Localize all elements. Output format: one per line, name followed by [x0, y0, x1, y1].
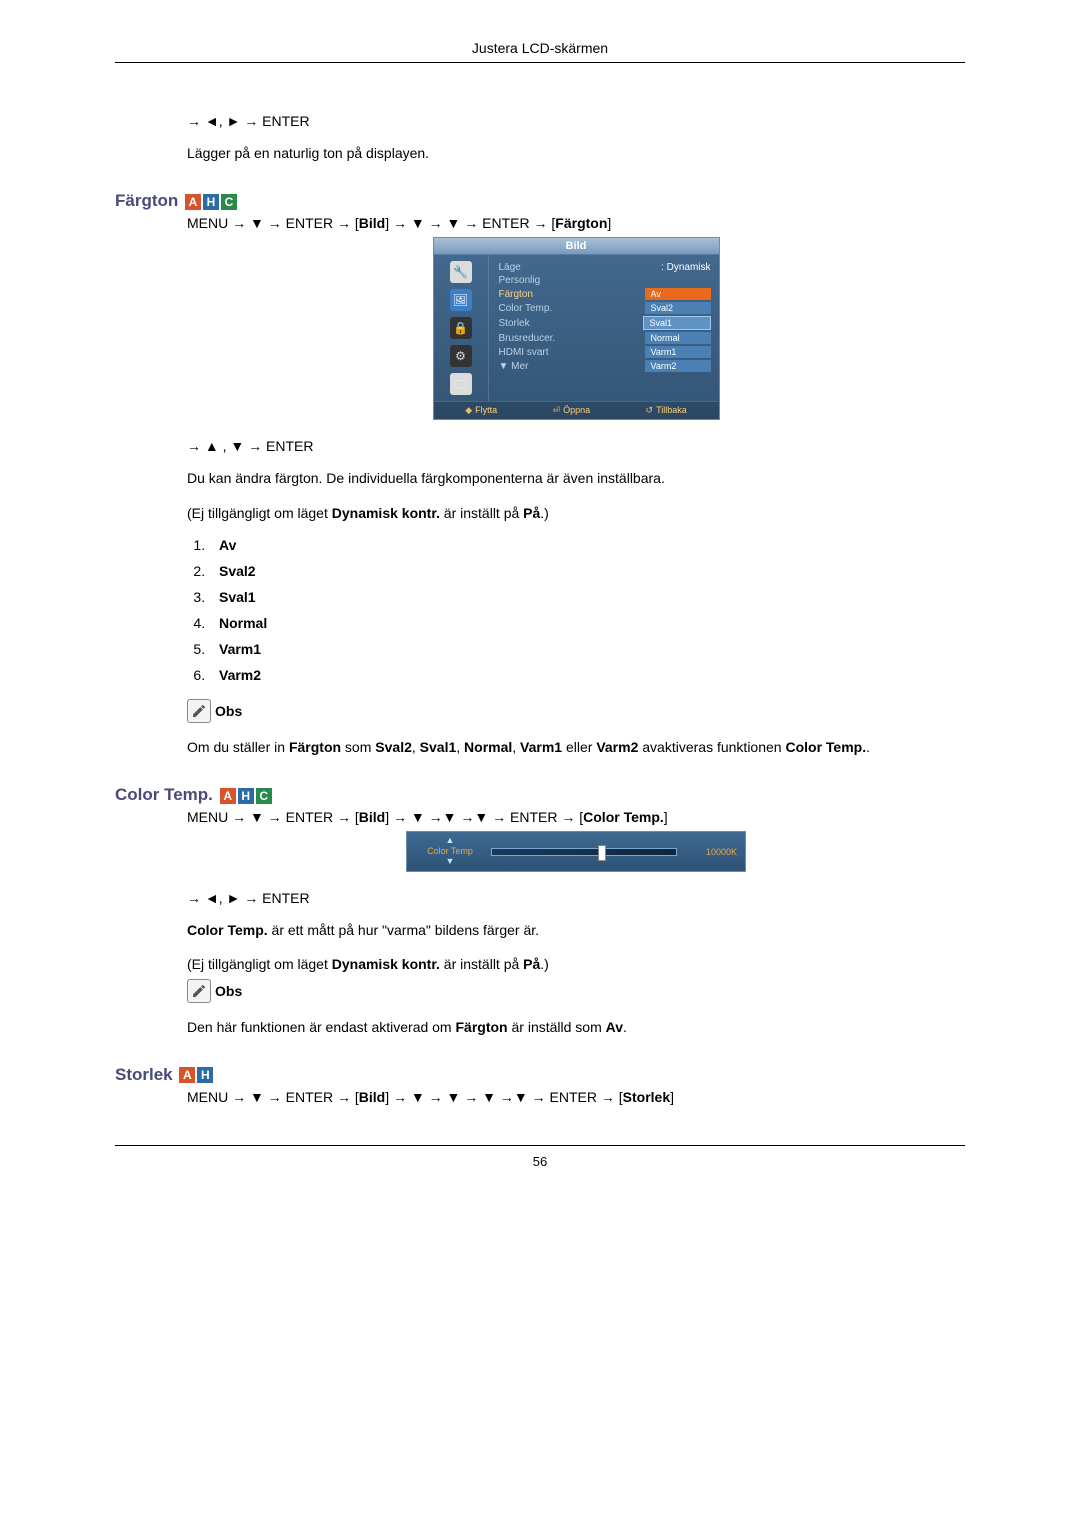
ct-slider: [485, 848, 683, 856]
badge-h-icon: H: [203, 194, 219, 210]
page-number: 56: [533, 1154, 547, 1169]
colortemp-note-body: Den här funktionen är endast aktiverad o…: [187, 1017, 965, 1037]
fargton-options-list: Av Sval2 Sval1 Normal Varm1 Varm2: [187, 537, 965, 683]
note-label: Obs: [215, 703, 242, 719]
osd-display-icon: 🖵: [450, 373, 472, 395]
osd-lock-icon: 🔒: [450, 317, 472, 339]
osd-picture-icon: 🖼: [450, 289, 472, 311]
storlek-badges: A H: [179, 1067, 213, 1083]
badge-c-icon: C: [221, 194, 237, 210]
badge-h-icon: H: [197, 1067, 213, 1083]
fargton-osd-screenshot: Bild 🔧 🖼 🔒 ⚙ 🖵 Läge: Dynamisk Personlig …: [433, 237, 720, 420]
badge-h-icon: H: [238, 788, 254, 804]
intro-nav: → ◄, ► → ENTER: [187, 113, 965, 129]
colortemp-p2: (Ej tillgängligt om läget Dynamisk kontr…: [187, 954, 965, 974]
note-label: Obs: [215, 983, 242, 999]
fargton-badges: A H C: [185, 194, 237, 210]
colortemp-note-header: Obs: [187, 979, 965, 1003]
osd-list: Läge: Dynamisk Personlig FärgtonAv Color…: [489, 255, 719, 401]
page-header: Justera LCD-skärmen: [115, 40, 965, 63]
ct-value: 10000K: [683, 847, 737, 857]
colortemp-p1: Color Temp. är ett mått på hur "varma" b…: [187, 920, 965, 940]
badge-c-icon: C: [256, 788, 272, 804]
intro-desc: Lägger på en naturlig ton på displayen.: [187, 143, 965, 163]
osd-footer: ◆Flytta ⏎Öppna ↺Tillbaka: [434, 401, 719, 419]
list-item: Varm2: [209, 667, 965, 683]
storlek-heading: Storlek: [115, 1065, 173, 1084]
section-fargton: Färgton A H C: [115, 191, 965, 211]
osd-tool-icon: 🔧: [450, 261, 472, 283]
list-item: Sval2: [209, 563, 965, 579]
section-storlek: Storlek A H: [115, 1065, 965, 1085]
fargton-heading: Färgton: [115, 191, 178, 210]
badge-a-icon: A: [179, 1067, 195, 1083]
osd-gear-icon: ⚙: [450, 345, 472, 367]
fargton-note-header: Obs: [187, 699, 965, 723]
badge-a-icon: A: [185, 194, 201, 210]
header-title: Justera LCD-skärmen: [472, 40, 608, 56]
note-pencil-icon: [187, 979, 211, 1003]
section-colortemp: Color Temp. A H C: [115, 785, 965, 805]
ct-slider-handle: [598, 845, 606, 861]
fargton-menu-path: MENU → ▼ → ENTER → [Bild] → ▼ → ▼ → ENTE…: [187, 215, 965, 231]
list-item: Normal: [209, 615, 965, 631]
fargton-p2: (Ej tillgängligt om läget Dynamisk kontr…: [187, 503, 965, 523]
osd-side-icons: 🔧 🖼 🔒 ⚙ 🖵: [434, 255, 489, 401]
ct-label-block: ▲ Color Temp ▼: [415, 836, 485, 867]
list-item: Sval1: [209, 589, 965, 605]
badge-a-icon: A: [220, 788, 236, 804]
list-item: Varm1: [209, 641, 965, 657]
chevron-down-icon: ▼: [415, 857, 485, 867]
colortemp-osd-screenshot: ▲ Color Temp ▼ 10000K: [406, 831, 746, 872]
fargton-p1: Du kan ändra färgton. De individuella fä…: [187, 468, 965, 488]
list-item: Av: [209, 537, 965, 553]
colortemp-nav2: → ◄, ► → ENTER: [187, 890, 965, 906]
colortemp-heading: Color Temp.: [115, 785, 213, 804]
fargton-note-body: Om du ställer in Färgton som Sval2, Sval…: [187, 737, 965, 757]
fargton-nav2: → ▲ , ▼ → ENTER: [187, 438, 965, 454]
osd-title: Bild: [434, 238, 719, 255]
chevron-up-icon: ▲: [415, 836, 485, 846]
note-pencil-icon: [187, 699, 211, 723]
colortemp-badges: A H C: [220, 788, 272, 804]
page-footer: 56: [115, 1145, 965, 1169]
colortemp-menu-path: MENU → ▼ → ENTER → [Bild] → ▼ →▼ →▼ → EN…: [187, 809, 965, 825]
storlek-menu-path: MENU → ▼ → ENTER → [Bild] → ▼ → ▼ → ▼ →▼…: [187, 1089, 965, 1105]
